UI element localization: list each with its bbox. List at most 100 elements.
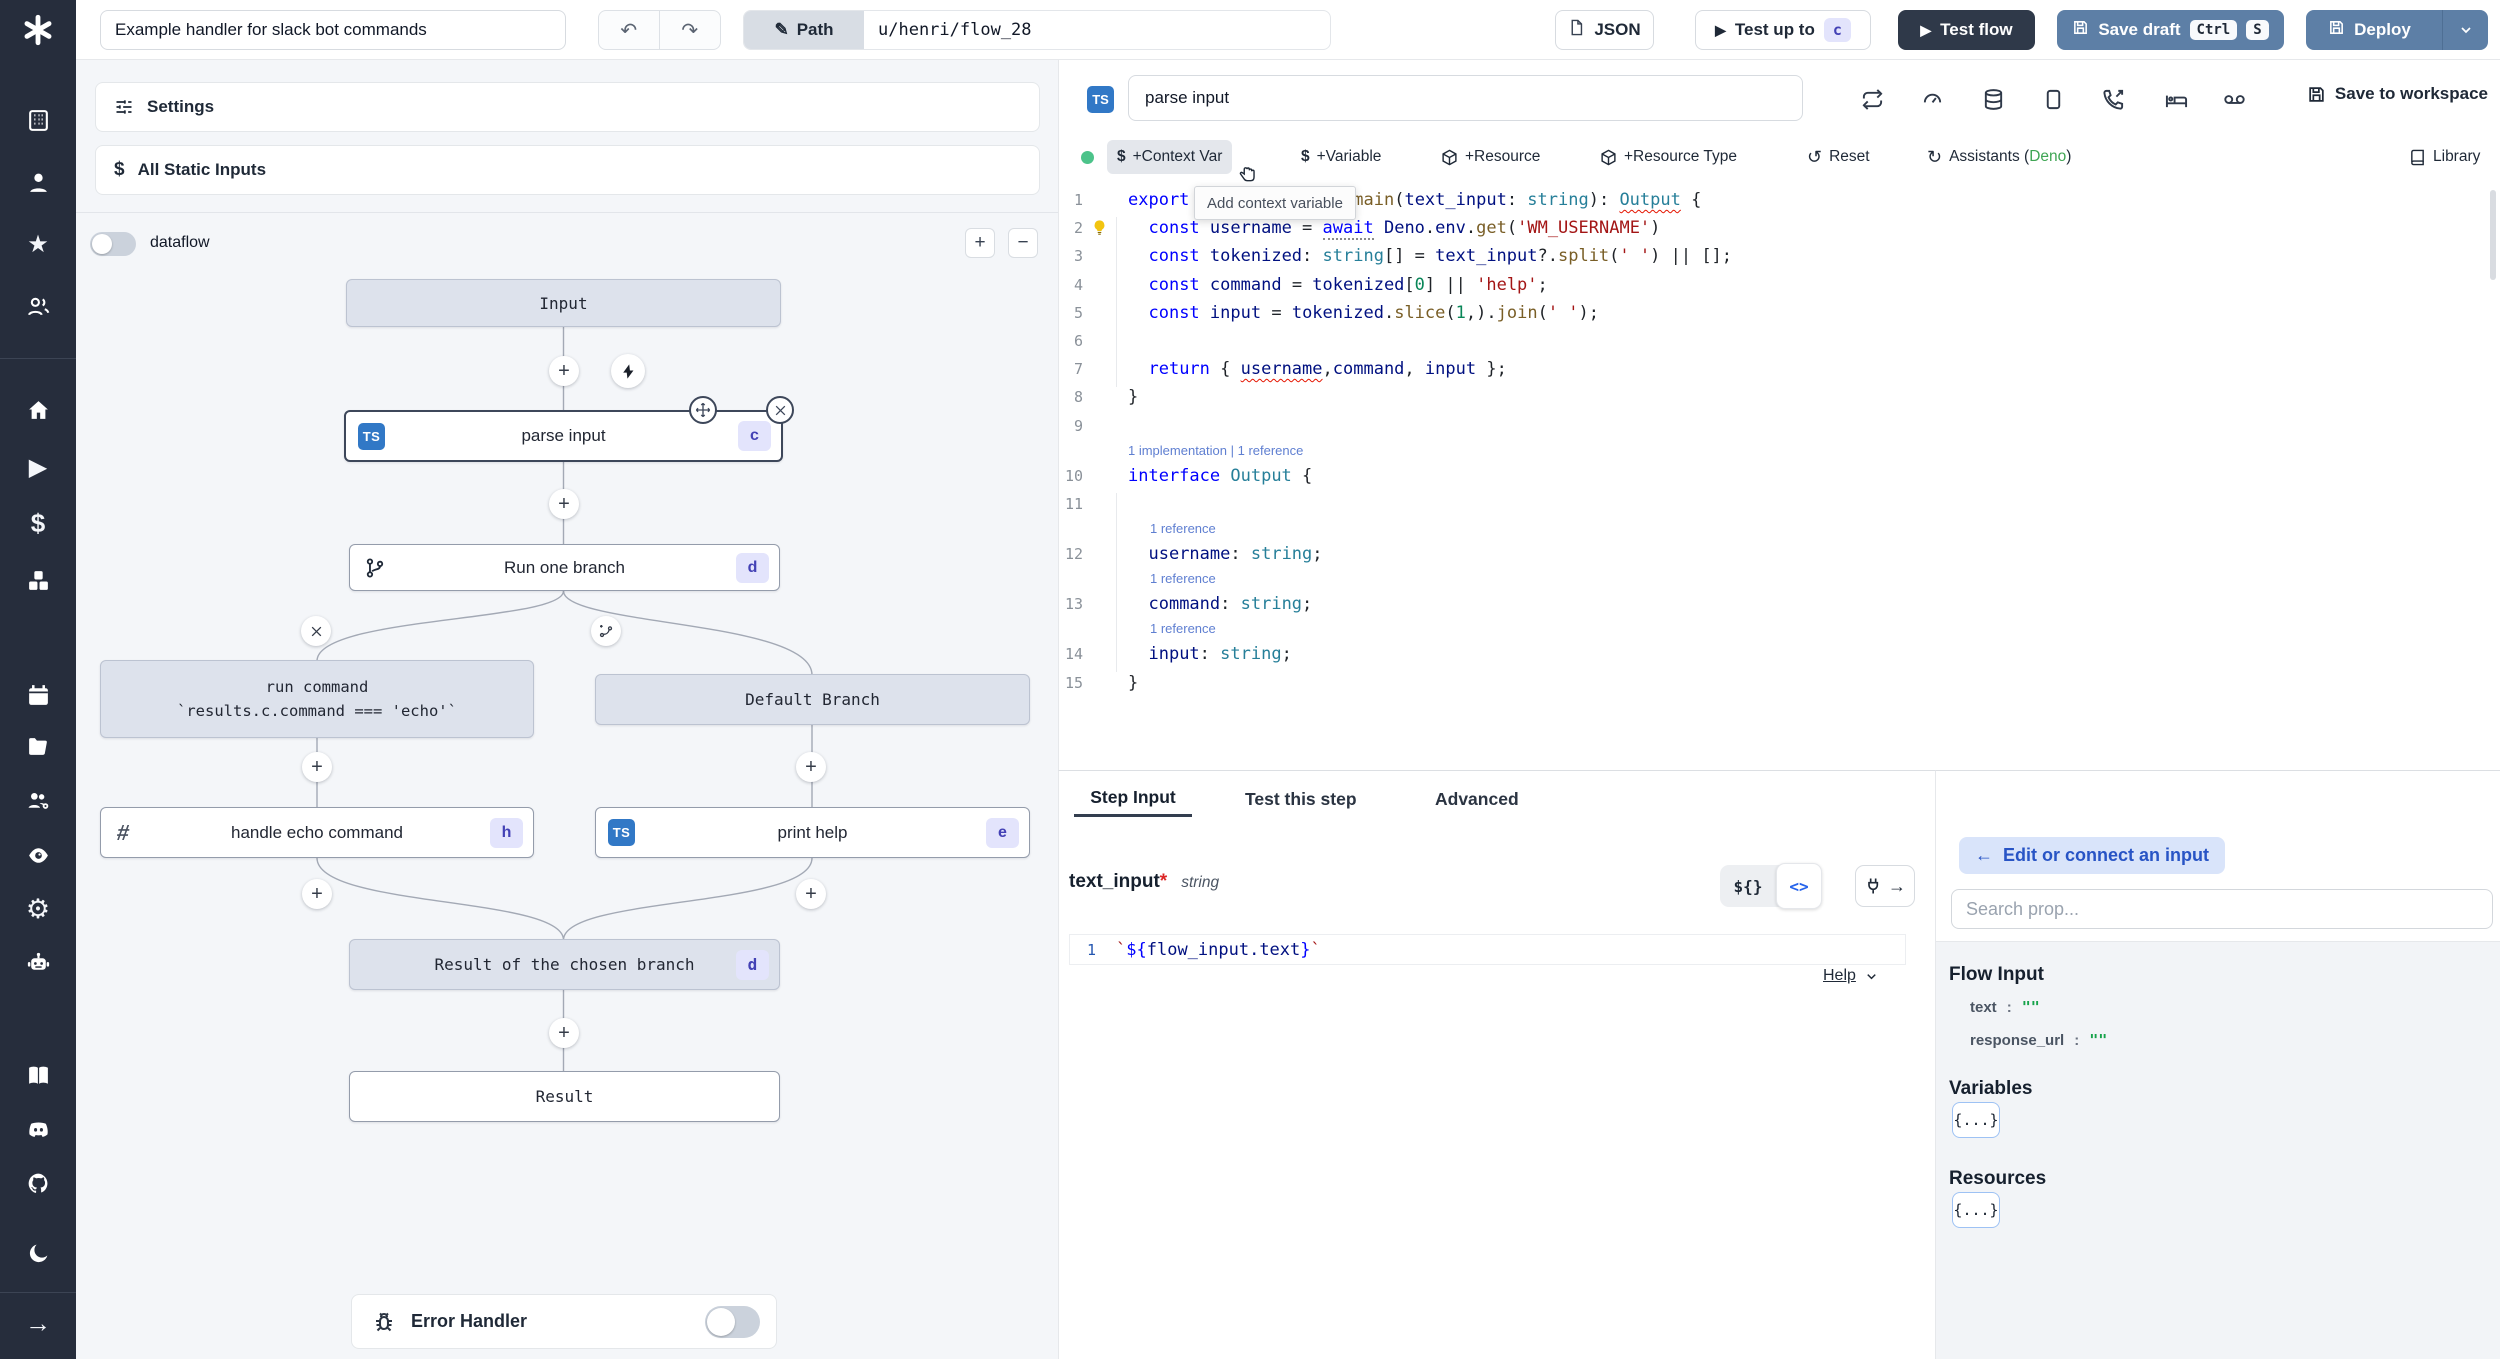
add-resource-type-button[interactable]: +Resource Type: [1590, 140, 1747, 174]
runs-icon[interactable]: ▶: [18, 447, 58, 487]
remove-branch-button[interactable]: [301, 616, 331, 646]
editor-scrollbar[interactable]: [2490, 190, 2496, 280]
dark-mode-icon[interactable]: [18, 1233, 58, 1273]
add-branch-button[interactable]: [591, 616, 621, 646]
discord-icon[interactable]: [18, 1109, 58, 1149]
expand-sidebar-icon[interactable]: →: [18, 1303, 58, 1343]
undo-button[interactable]: ↶: [599, 11, 660, 49]
tab-test-this-step[interactable]: Test this step: [1245, 781, 1357, 817]
json-button[interactable]: JSON: [1555, 10, 1654, 50]
bug-icon: [376, 1312, 392, 1331]
connect-input-button[interactable]: →: [1855, 865, 1915, 907]
static-mode-button[interactable]: ${}: [1720, 877, 1776, 896]
node-run-one-branch[interactable]: Run one branch d: [349, 544, 780, 591]
library-button[interactable]: Library: [2399, 140, 2490, 174]
codelens-link[interactable]: 1 reference: [1059, 568, 2489, 590]
prop-search-input[interactable]: [1951, 889, 2493, 929]
home-icon[interactable]: [18, 390, 58, 430]
reset-button[interactable]: ↺ Reset: [1797, 140, 1880, 174]
tab-step-input[interactable]: Step Input: [1074, 781, 1192, 817]
add-step-button[interactable]: +: [549, 489, 579, 519]
trigger-bolt-button[interactable]: [611, 354, 645, 388]
add-step-button[interactable]: +: [302, 879, 332, 909]
phone-incoming-icon[interactable]: [2098, 84, 2128, 114]
step-name-input[interactable]: [1128, 75, 1803, 121]
help-link[interactable]: Help: [1823, 967, 1879, 985]
node-branch-result[interactable]: Result of the chosen branch d: [349, 939, 780, 990]
error-handler-toggle[interactable]: [705, 1305, 760, 1338]
play-icon: ▶: [1920, 21, 1932, 38]
node-label: handle echo command: [230, 822, 403, 842]
node-result[interactable]: Result: [349, 1071, 780, 1122]
save-to-workspace-button[interactable]: Save to workspace: [2307, 84, 2488, 104]
save-draft-button[interactable]: Save draft Ctrl S: [2057, 10, 2284, 50]
codelens-link[interactable]: 1 implementation | 1 reference: [1059, 440, 2489, 462]
deploy-dropdown-button[interactable]: [2442, 10, 2488, 50]
tab-advanced[interactable]: Advanced: [1435, 781, 1519, 817]
star-icon[interactable]: ★: [18, 224, 58, 264]
node-input[interactable]: Input: [346, 279, 781, 327]
expr-mode-button[interactable]: <>: [1776, 863, 1822, 909]
database-icon[interactable]: [1978, 84, 2008, 114]
node-default-branch[interactable]: Default Branch: [595, 674, 1030, 725]
node-handle-echo-command[interactable]: # handle echo command h: [100, 807, 534, 858]
schedules-icon[interactable]: [18, 675, 58, 715]
move-step-button[interactable]: [689, 396, 717, 424]
test-flow-button[interactable]: ▶ Test flow: [1898, 10, 2035, 50]
codelens-link[interactable]: 1 reference: [1059, 518, 2489, 540]
prop-text[interactable]: text: "": [1970, 998, 2040, 1016]
settings-gear-icon[interactable]: ⚙: [18, 889, 58, 929]
add-step-button[interactable]: +: [796, 879, 826, 909]
add-resource-button[interactable]: +Resource: [1431, 140, 1550, 174]
repeat-icon[interactable]: [1857, 84, 1887, 114]
expression-editor[interactable]: 1 `${flow_input.text}`: [1069, 934, 1906, 965]
windmill-logo[interactable]: [14, 8, 62, 52]
add-context-var-button[interactable]: $ +Context Var: [1107, 140, 1233, 174]
file-icon: [1568, 19, 1585, 41]
deploy-button[interactable]: Deploy: [2306, 10, 2433, 50]
path-chip[interactable]: ✎ Path: [744, 11, 864, 49]
node-parse-input[interactable]: TS parse input c: [344, 410, 783, 462]
resources-icon[interactable]: [18, 560, 58, 600]
sidebar-divider: [0, 358, 76, 359]
groups-icon[interactable]: [18, 780, 58, 820]
variables-icon[interactable]: $: [18, 503, 58, 543]
github-icon[interactable]: [18, 1163, 58, 1203]
kbd-ctrl: Ctrl: [2189, 20, 2238, 40]
path-input[interactable]: [864, 11, 1330, 49]
folders-icon[interactable]: [18, 726, 58, 766]
users-icon[interactable]: [18, 286, 58, 326]
codelens-link[interactable]: 1 reference: [1059, 618, 2489, 640]
delete-step-button[interactable]: [766, 396, 794, 424]
play-icon: ▶: [1715, 21, 1726, 38]
variables-object-button[interactable]: {...}: [1952, 1102, 2000, 1138]
bed-icon[interactable]: [2161, 84, 2191, 114]
lightbulb-icon[interactable]: [1091, 219, 1108, 236]
add-step-button[interactable]: +: [796, 752, 826, 782]
resources-object-button[interactable]: {...}: [1952, 1192, 2000, 1228]
robot-icon[interactable]: [18, 943, 58, 983]
flow-title-input[interactable]: [100, 10, 566, 50]
add-step-button[interactable]: +: [549, 1018, 579, 1048]
error-handler-card[interactable]: Error Handler: [351, 1294, 777, 1349]
workspace-icon[interactable]: [18, 100, 58, 140]
node-run-command-branch[interactable]: run command `results.c.command === 'echo…: [100, 660, 534, 738]
user-icon[interactable]: [18, 162, 58, 202]
code-editor[interactable]: 1export async function main(text_input: …: [1059, 186, 2489, 697]
package-icon: [1442, 149, 1457, 165]
edit-or-connect-button[interactable]: ← Edit or connect an input: [1959, 837, 2225, 874]
tooltip: Add context variable: [1194, 186, 1356, 220]
assistants-button[interactable]: ↻ Assistants (Deno): [1917, 140, 2081, 174]
redo-button[interactable]: ↷: [660, 11, 721, 49]
node-print-help[interactable]: TS print help e: [595, 807, 1030, 858]
gauge-icon[interactable]: [1917, 84, 1947, 114]
add-step-button[interactable]: +: [549, 356, 579, 386]
window-icon[interactable]: [2038, 84, 2068, 114]
prop-response-url[interactable]: response_url: "": [1970, 1031, 2107, 1049]
voicemail-icon[interactable]: [2219, 84, 2249, 114]
add-step-button[interactable]: +: [302, 752, 332, 782]
docs-icon[interactable]: [18, 1055, 58, 1095]
add-variable-button[interactable]: $ +Variable: [1291, 140, 1391, 174]
audit-icon[interactable]: [18, 835, 58, 875]
test-up-to-button[interactable]: ▶ Test up to c: [1695, 10, 1871, 50]
